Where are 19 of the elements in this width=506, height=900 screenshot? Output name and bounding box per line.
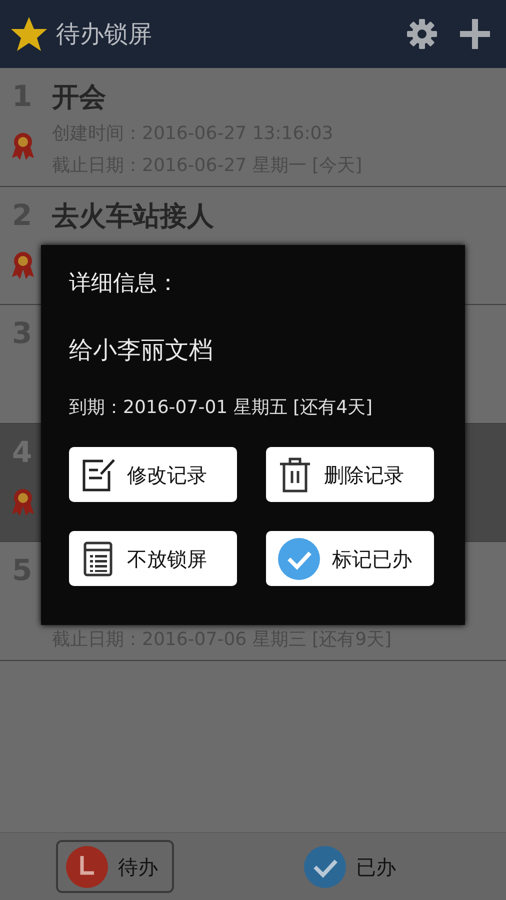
star-icon <box>10 16 48 52</box>
due-date: 到期：2016-07-01 星期五 [还有4天] <box>69 396 374 420</box>
document-icon <box>81 540 115 576</box>
action-button[interactable]: 标记已办 <box>266 531 434 586</box>
action-button[interactable]: 删除记录 <box>266 447 434 502</box>
task-name: 给小李丽文档 <box>69 335 214 366</box>
action-button[interactable]: 修改记录 <box>69 447 237 502</box>
edit-icon <box>81 456 115 492</box>
task-title: 去火车站接人 <box>52 200 215 234</box>
check-circle-icon <box>278 538 320 580</box>
app-title: 待办锁屏 <box>56 19 152 50</box>
add-icon[interactable] <box>460 19 490 49</box>
trash-icon <box>278 456 312 492</box>
clock-icon <box>66 846 108 888</box>
settings-icon[interactable] <box>406 18 438 50</box>
check-circle-icon <box>304 846 346 888</box>
dialog-title: 详细信息： <box>69 270 180 298</box>
action-button[interactable]: 不放锁屏 <box>69 531 237 586</box>
task-title: 开会 <box>52 81 107 115</box>
